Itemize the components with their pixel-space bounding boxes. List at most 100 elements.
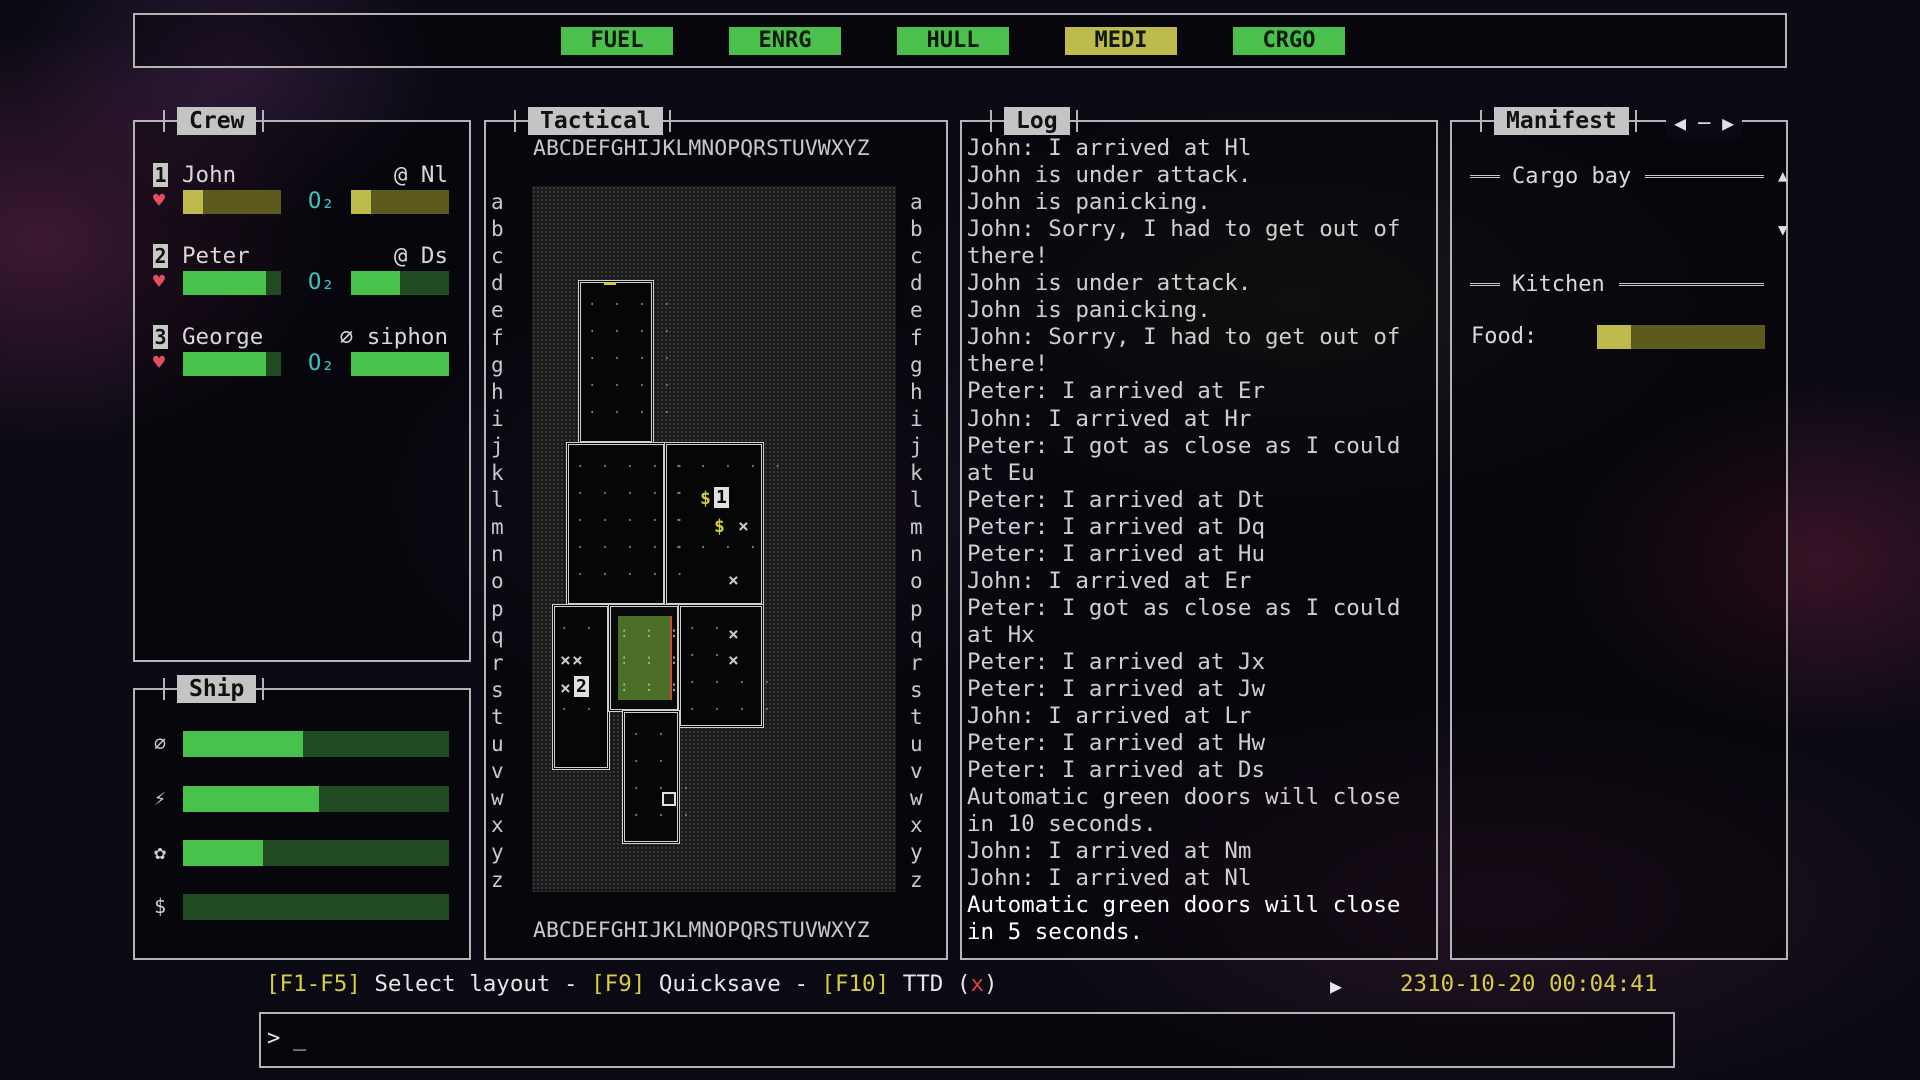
key-f10[interactable]: [F10] xyxy=(821,971,889,997)
game-datetime: 2310-10-20 00:04:41 xyxy=(1400,971,1658,997)
row-label-right: c xyxy=(910,244,923,269)
manifest-nav-arrows[interactable]: ◀ ─ ▶ xyxy=(1674,111,1734,135)
crew-oxygen-bar xyxy=(351,271,449,295)
health-heart-icon: ♥ xyxy=(153,188,166,212)
debris-2: × xyxy=(728,570,739,591)
crew-name[interactable]: Peter xyxy=(182,243,250,269)
log-line: Peter: I got as close as I could xyxy=(967,432,1401,459)
ship-stat-fill xyxy=(183,731,303,757)
debris-7: × xyxy=(560,678,571,699)
row-label-right: r xyxy=(910,650,923,675)
ttd-close: ) xyxy=(983,971,998,997)
row-label-right: v xyxy=(910,759,923,784)
console-cursor[interactable]: _ xyxy=(293,1026,306,1051)
crew-marker-2[interactable]: 2 xyxy=(574,676,589,697)
row-label-right: h xyxy=(910,379,923,404)
row-label-right: g xyxy=(910,352,923,377)
console-prompt: > xyxy=(267,1026,281,1051)
key-f1-f5[interactable]: [F1-F5] xyxy=(266,971,361,997)
crew-name[interactable]: George xyxy=(182,324,263,350)
command-console[interactable]: > _ xyxy=(259,1012,1675,1068)
row-label-left: m xyxy=(491,515,504,540)
manifest-panel: Manifest xyxy=(1450,107,1788,960)
room-top-dots: · · · · · · · · · · · · · · · · · · · · xyxy=(588,297,676,421)
kitchen-header: Kitchen xyxy=(1470,270,1764,298)
health-heart-icon: ♥ xyxy=(153,350,166,374)
siphon-icon: ⌀ xyxy=(154,731,167,755)
status-bar: [F1-F5] Select layout - [F9] Quicksave -… xyxy=(266,971,998,997)
row-label-right: b xyxy=(910,217,923,242)
ship-stat-bar xyxy=(183,731,449,757)
row-label-right: z xyxy=(910,867,923,892)
column-labels-top: ABCDEFGHIJKLMNOPQRSTUVWXYZ xyxy=(533,136,870,161)
row-label-right: p xyxy=(910,596,923,621)
row-label-left: g xyxy=(491,352,504,377)
console-square[interactable] xyxy=(662,792,676,806)
row-label-left: h xyxy=(491,379,504,404)
crew-name[interactable]: John xyxy=(182,162,236,188)
row-label-left: d xyxy=(491,271,504,296)
key-f9[interactable]: [F9] xyxy=(591,971,645,997)
log-line: at Eu xyxy=(967,459,1035,486)
log-line: Peter: I got as close as I could xyxy=(967,594,1401,621)
cargo-dollar-1[interactable]: $ xyxy=(700,488,711,509)
oxygen-label: O₂ xyxy=(308,270,335,295)
door-marker xyxy=(604,282,616,285)
crew-oxygen-fill xyxy=(351,271,400,295)
topbar-button-enrg[interactable]: ENRG xyxy=(729,27,841,55)
scroll-up-icon[interactable]: ▲ xyxy=(1778,166,1788,185)
topbar-button-crgo[interactable]: CRGO xyxy=(1233,27,1345,55)
topbar-button-medi[interactable]: MEDI xyxy=(1065,27,1177,55)
column-labels-bottom: ABCDEFGHIJKLMNOPQRSTUVWXYZ xyxy=(533,918,870,943)
row-label-left: r xyxy=(491,650,504,675)
ttd-x-icon[interactable]: x xyxy=(970,971,984,997)
log-title: Log xyxy=(1004,107,1070,135)
row-label-left: t xyxy=(491,704,504,729)
topbar-button-hull[interactable]: HULL xyxy=(897,27,1009,55)
tactical-map[interactable]: : : : : : : : : : · · · · · · · · · · · … xyxy=(532,186,896,892)
crew-marker-1[interactable]: 1 xyxy=(714,487,729,508)
row-label-right: w xyxy=(910,786,923,811)
log-line: John: I arrived at Hl xyxy=(967,135,1252,161)
play-icon[interactable]: ▶ xyxy=(1330,974,1342,998)
manifest-nav[interactable]: ◀ ─ ▶ xyxy=(1666,108,1743,138)
topbar-button-fuel[interactable]: FUEL xyxy=(561,27,673,55)
log-line: Peter: I arrived at Hw xyxy=(967,730,1266,757)
debris-5: × xyxy=(560,650,571,671)
room-bottom-dots: · · · · · · · · · · xyxy=(632,727,695,824)
medbay-dots: : : : : : : : : : xyxy=(620,625,683,695)
crew-health-fill xyxy=(183,271,267,295)
row-label-right: l xyxy=(910,488,923,513)
log-line: Peter: I arrived at Er xyxy=(967,378,1266,405)
row-label-right: e xyxy=(910,298,923,323)
row-label-right: m xyxy=(910,515,923,540)
crew-oxygen-fill xyxy=(351,190,371,214)
crew-number[interactable]: 3 xyxy=(153,325,168,349)
log-line: in 5 seconds. xyxy=(967,919,1144,946)
ship-stat-fill xyxy=(183,786,319,812)
debris-1: × xyxy=(738,516,749,537)
crew-number[interactable]: 2 xyxy=(153,244,168,268)
row-label-right: t xyxy=(910,704,923,729)
row-label-left: k xyxy=(491,461,504,485)
row-label-left: q xyxy=(491,623,504,648)
row-label-right: q xyxy=(910,623,923,648)
crew-health-bar xyxy=(183,352,281,376)
row-label-right: n xyxy=(910,542,923,567)
crew-location: @ Nl xyxy=(393,162,448,188)
crew-health-bar xyxy=(183,271,281,295)
row-label-left: z xyxy=(491,867,504,892)
cargo-dollar-2[interactable]: $ xyxy=(714,516,725,537)
row-label-left: w xyxy=(491,786,504,811)
row-label-right: d xyxy=(910,271,923,296)
energy-icon: ⚡ xyxy=(154,786,167,810)
row-label-left: u xyxy=(491,732,504,756)
debris-4: × xyxy=(728,650,739,671)
scroll-down-icon[interactable]: ▼ xyxy=(1778,220,1788,239)
log-line: John: I arrived at Nl xyxy=(967,865,1252,892)
row-label-left: e xyxy=(491,298,504,323)
row-label-left: p xyxy=(491,596,504,621)
crew-number[interactable]: 1 xyxy=(153,163,168,187)
row-label-right: f xyxy=(910,325,923,350)
log-line: John: I arrived at Hr xyxy=(967,405,1252,432)
